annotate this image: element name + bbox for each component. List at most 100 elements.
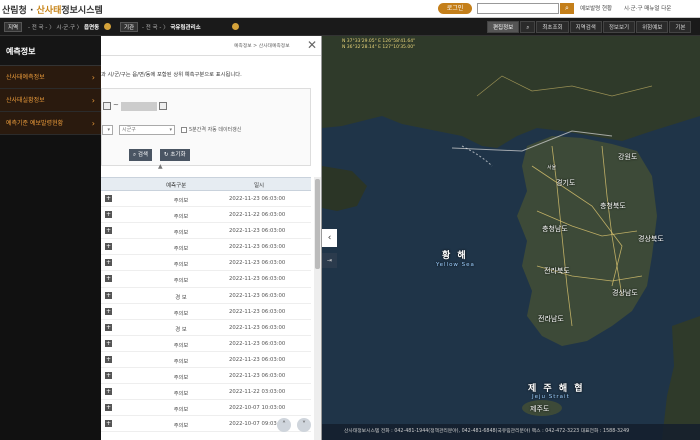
region-jeonnam[interactable]: 전라남도	[538, 314, 564, 324]
risk-alert-tool[interactable]: 위험예보	[636, 21, 669, 33]
alert-status-link[interactable]: 예보발령 현황	[580, 6, 612, 12]
region-gyeongnam[interactable]: 경상남도	[612, 288, 638, 298]
expand-row-icon[interactable]: +	[105, 372, 112, 380]
row-forecast-type: 주의보	[173, 214, 189, 221]
table-row[interactable]: + 경 보 2022-11-23 06:03:00	[101, 288, 311, 304]
region-chungnam[interactable]: 충청남도	[542, 224, 568, 234]
expand-row-icon[interactable]: +	[105, 355, 112, 363]
region-jeju[interactable]: 제주도	[530, 404, 549, 414]
top-header: 산림청 · 산사태정보시스템 로그인 ⌕ 예보발령 현황 시·군·구 매뉴얼 다…	[0, 0, 700, 18]
reset-view-tool[interactable]: 최초조회	[536, 21, 569, 33]
row-timestamp: 2022-11-23 06:03:00	[229, 356, 286, 363]
province-select[interactable]: ▾	[102, 125, 113, 135]
region-dropdown-icon[interactable]	[104, 23, 111, 30]
expand-row-icon[interactable]: +	[105, 243, 112, 251]
nav-item-landslide-forecast[interactable]: 산사태예측정보 ›	[0, 66, 101, 89]
row-timestamp: 2022-11-23 06:03:00	[229, 340, 286, 347]
expand-row-icon[interactable]: +	[105, 227, 112, 235]
nav-item-alert-issuance[interactable]: 예측기준 예보발령현황 ›	[0, 112, 101, 135]
table-row[interactable]: + 주의보 2022-11-23 06:03:00	[101, 255, 311, 272]
expand-row-icon[interactable]: +	[105, 388, 112, 396]
site-logo[interactable]: 산림청 · 산사태정보시스템	[2, 3, 103, 16]
table-scrollbar[interactable]	[314, 177, 321, 440]
info-view-tool[interactable]: 정보보기	[602, 21, 636, 33]
expand-row-icon[interactable]: +	[105, 291, 112, 299]
table-row[interactable]: + 주의보 2022-11-23 06:03:00	[101, 352, 311, 369]
table-row[interactable]: + 주의보 2022-11-22 03:03:00	[101, 384, 311, 401]
date-range-separator: ~	[113, 101, 119, 109]
row-timestamp: 2022-10-07 10:03:00	[229, 405, 286, 412]
scroll-up-icon[interactable]: ˄	[277, 418, 291, 432]
expand-row-icon[interactable]: +	[105, 259, 112, 267]
table-row[interactable]: + 주의보 2022-11-22 06:03:00	[101, 207, 311, 224]
scroll-thumb[interactable]	[315, 179, 320, 269]
row-timestamp: 2022-11-22 03:03:00	[229, 389, 286, 396]
row-forecast-type: 주의보	[173, 230, 189, 237]
expand-row-icon[interactable]: +	[105, 339, 112, 347]
expand-row-icon[interactable]: +	[105, 211, 112, 219]
agency-path[interactable]: - 전 국 - 〉 국유림관리소	[142, 23, 201, 31]
region-gyeonggi[interactable]: 경기도	[556, 178, 575, 188]
map-layer-icon[interactable]: ⇥	[322, 253, 337, 268]
reset-button[interactable]: ↻ 초기화	[160, 149, 190, 161]
collapse-panel-button[interactable]: ‹	[322, 229, 337, 247]
table-row[interactable]: + 주의보 2022-11-23 06:03:00	[101, 336, 311, 352]
agency-dropdown-icon[interactable]	[232, 23, 239, 30]
expand-row-icon[interactable]: +	[105, 323, 112, 331]
table-row[interactable]: + 주의보 2022-11-23 06:03:00	[101, 223, 311, 240]
basic-tool[interactable]: 기본	[669, 21, 692, 33]
region-search-tool[interactable]: 지역검색	[569, 21, 602, 33]
expand-row-icon[interactable]: +	[105, 307, 112, 315]
col-time-header: 일시	[254, 183, 265, 189]
calendar-end-icon[interactable]	[159, 102, 167, 110]
table-row[interactable]: + 주의보 2022-10-07 10:03:00	[101, 400, 311, 417]
expand-row-icon[interactable]: +	[105, 275, 112, 283]
search-input[interactable]	[477, 3, 559, 14]
row-timestamp: 2022-11-23 06:03:00	[229, 324, 286, 331]
table-row[interactable]: + 주의보 2022-11-23 06:03:00	[101, 239, 311, 256]
expand-row-icon[interactable]: +	[105, 420, 112, 428]
forecast-table: 예측구분 일시 + 주의보 2022-11-23 06:03:00 + 주의보 2022-…	[101, 177, 311, 433]
row-timestamp: 2022-11-23 06:03:00	[229, 244, 286, 251]
search-icon[interactable]: ⌕	[560, 3, 574, 14]
expand-row-icon[interactable]: +	[105, 404, 112, 412]
region-path[interactable]: - 전 국 - 〉 시·군·구 〉 읍면동	[28, 23, 99, 31]
row-forecast-type: 주의보	[173, 278, 189, 285]
left-navigation: 예측정보 산사태예측정보 › 산사태실황정보 › 예측기준 예보발령현황 ›	[0, 36, 101, 440]
chevron-right-icon: ›	[91, 96, 95, 105]
table-row[interactable]: + 주의보 2022-11-23 06:03:00	[101, 271, 311, 288]
search-tool-icon[interactable]: ⌕	[520, 21, 536, 33]
satellite-map[interactable]: N 37°33'29.05" E 126°58'41.64" N 36°32'2…	[322, 36, 700, 440]
table-row[interactable]: + 주의보 2022-11-23 06:03:00	[101, 304, 311, 320]
nav-item-landslide-status[interactable]: 산사태실황정보 ›	[0, 89, 101, 112]
row-timestamp: 2022-11-23 06:03:00	[229, 373, 286, 380]
row-timestamp: 2022-11-23 06:03:00	[229, 308, 286, 315]
row-forecast-type: 경 보	[175, 294, 187, 301]
manual-download-link[interactable]: 시·군·구 매뉴얼 다운	[624, 6, 671, 12]
region-chungbuk[interactable]: 충청북도	[600, 201, 626, 211]
scroll-down-icon[interactable]: ˅	[297, 418, 311, 432]
region-gangwon[interactable]: 강원도	[618, 152, 637, 162]
yellow-sea-en-label: Yellow Sea	[436, 262, 475, 268]
row-timestamp: 2022-11-22 06:03:00	[229, 212, 286, 219]
collapse-filter-icon[interactable]: ▲	[158, 163, 163, 170]
auto-refresh-checkbox[interactable]: 5분간격 자동 데이터갱신	[181, 126, 241, 133]
login-button[interactable]: 로그인	[438, 3, 472, 14]
close-icon[interactable]: ✕	[305, 38, 319, 52]
expand-row-icon[interactable]: +	[105, 195, 112, 202]
calendar-start-icon[interactable]	[103, 102, 111, 110]
region-seoul[interactable]: 서울	[547, 164, 556, 171]
table-row[interactable]: + 주의보 2022-11-23 06:03:00	[101, 368, 311, 385]
row-timestamp: 2022-11-23 06:03:00	[229, 196, 286, 202]
row-forecast-type: 주의보	[173, 310, 189, 317]
region-jeonbuk[interactable]: 전라북도	[544, 266, 570, 276]
end-date-input[interactable]	[121, 102, 157, 111]
region-gyeongbuk[interactable]: 경상북도	[638, 234, 664, 244]
search-button[interactable]: ⌕ 검색	[129, 149, 152, 161]
city-select[interactable]: 시군구 ▾	[119, 125, 175, 135]
row-forecast-type: 주의보	[173, 391, 189, 398]
table-row[interactable]: + 경 보 2022-11-23 06:03:00	[101, 320, 311, 336]
row-forecast-type: 주의보	[173, 262, 189, 269]
edit-info-tool[interactable]: 편집정보	[487, 21, 520, 33]
table-row[interactable]: + 주의보 2022-11-23 06:03:00	[101, 191, 311, 208]
